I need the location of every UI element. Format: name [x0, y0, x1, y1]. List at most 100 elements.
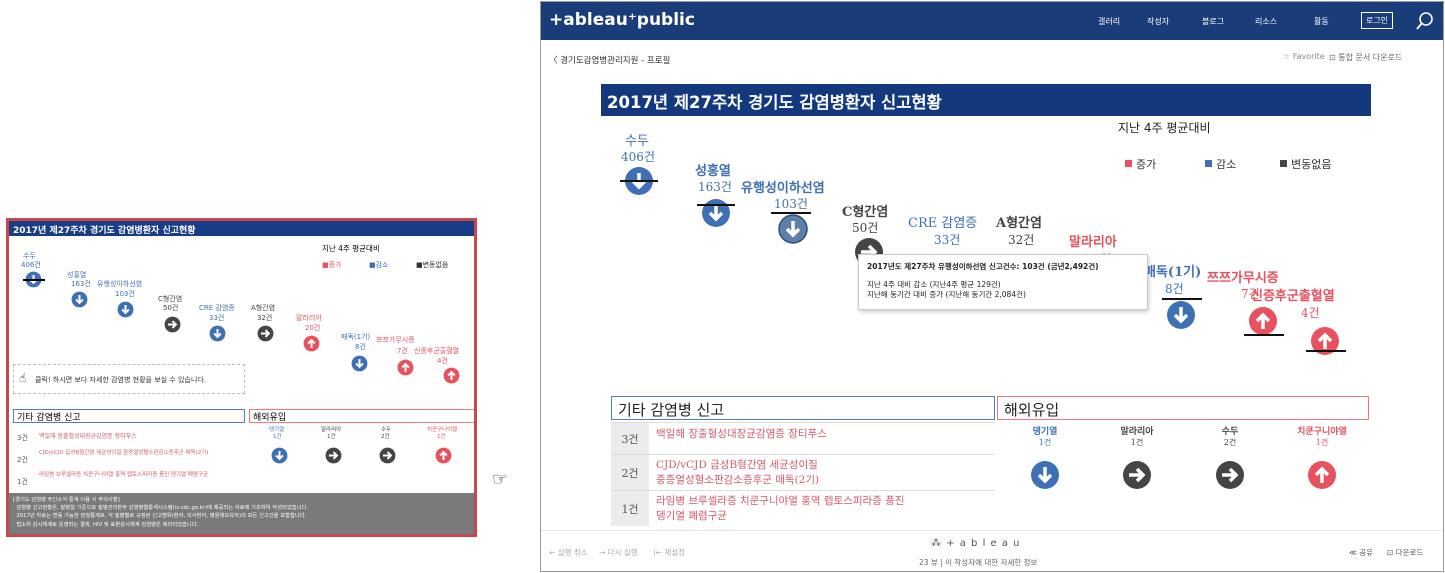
disease-name-mumps: 유행성이하선염 [741, 181, 825, 196]
pointing-hand-icon: ☞ [492, 469, 509, 490]
thumb-down-arrow-icon [271, 447, 288, 464]
tooltip-line: 지난 4주 대비 감소 (지난4주 평균 129건) [867, 280, 1001, 289]
thumb-up-arrow-icon [443, 367, 460, 384]
thumb-up-arrow-icon [435, 447, 452, 464]
other-disease-row[interactable]: 1건 라임병 브루셀라증 치쿤구니야열 홍역 렙토스피라증 풍진 뎅기열 폐렴구… [611, 490, 995, 526]
other-disease-names: CJD/vCJD 급성B형간염 세균성이질 [656, 459, 818, 471]
thumb-disease-name: A형간염 [251, 304, 276, 312]
undo-button[interactable]: ← 실행 취소 [549, 547, 588, 558]
redo-button[interactable]: → 다시 실행 [599, 547, 638, 558]
legend-swatch-decrease [1205, 160, 1212, 167]
thumb-disease-count: 50건 [163, 304, 179, 312]
reset-button[interactable]: |← 재설정 [653, 547, 685, 558]
view-count[interactable]: 23 뷰 | 이 작성자에 대한 자세한 정보 [919, 557, 1037, 568]
thumb-down-arrow-icon [209, 325, 226, 342]
legend-label: 증가 [1136, 158, 1157, 171]
thumb-other-count: 1건 [17, 478, 28, 486]
legend-swatch-increase [1125, 160, 1132, 167]
dashboard-title: 2017년 제27주차 경기도 감염병환자 신고현황 [601, 84, 1371, 116]
up-arrow-icon[interactable] [1248, 306, 1278, 336]
legend-swatch-nochange [1280, 160, 1287, 167]
dashboard-subtitle: 지난 4주 평균대비 [1118, 121, 1211, 135]
download-workbook-button[interactable]: ⊡ 통합 문서 다운로드 [1329, 52, 1402, 63]
back-to-profile-link[interactable]: 〈 경기도감염병관리지원 - 프로필 [549, 54, 670, 66]
legend-label: 감소 [1216, 158, 1237, 171]
dashboard: 2017년 제27주차 경기도 감염병환자 신고현황 지난 4주 평균대비 증가… [601, 84, 1371, 526]
thumb-abroad-count: 1건 [437, 434, 446, 440]
thumb-disease-name: CRE 감염증 [199, 304, 235, 312]
thumb-other-names: CJD/vCJD 급성B형간염 세균성이질 중증열성혈소판감소증후군 매독(2기… [39, 450, 209, 456]
thumb-disease-count: 33건 [209, 314, 225, 322]
baseline-marker [1244, 334, 1284, 336]
disease-count-chickenpox: 406건 [621, 150, 655, 164]
legend-nochange: 변동없음 [1280, 156, 1331, 172]
down-arrow-icon[interactable] [778, 214, 808, 244]
nav-gallery[interactable]: 갤러리 [1098, 16, 1120, 27]
thumb-abroad-count: 2건 [381, 434, 390, 440]
thumb-up-arrow-icon [397, 359, 414, 376]
up-arrow-icon [1307, 460, 1337, 490]
nav-activity[interactable]: 활동 [1314, 16, 1329, 27]
nav-blog[interactable]: 블로그 [1202, 16, 1224, 27]
imported-cases-panel: 해외유입 뎅기열 1건 말라리아 1건 수두 2건 치쿤구니야열 1건 [997, 396, 1369, 524]
thumb-disease-count: 163건 [71, 280, 91, 288]
tooltip-heading: 2017년도 제27주차 유행성이하선염 신고건수: 103건 (금년2,492… [867, 262, 1099, 271]
disease-name-malaria: 말라리아 [1069, 235, 1117, 250]
thumb-other-title: 기타 감염병 신고 [17, 413, 81, 423]
imported-chikungunya[interactable]: 치쿤구니야열 1건 [1282, 424, 1362, 490]
nav-resources[interactable]: 리소스 [1255, 16, 1277, 27]
down-arrow-icon[interactable] [1166, 300, 1196, 330]
footer-note: · 감염병 신고현황은, 발병일 기준으로 질병관리본부 감염병웹통계시스템(i… [13, 505, 309, 512]
disease-count-hepatitis-c: 50건 [852, 221, 879, 235]
baseline-marker [620, 180, 658, 182]
baseline-marker [1306, 350, 1346, 352]
footer-note: · 법소위 감시체계로 운영되는 결핵, HIV 및 표본감시체계 감염병은 제… [13, 521, 199, 528]
footer-note: [경기도 감염병 주간소식 통계 이용 시 주의사항] [13, 497, 120, 503]
imported-malaria[interactable]: 말라리아 1건 [1097, 424, 1177, 490]
imported-chickenpox[interactable]: 수두 2건 [1190, 424, 1270, 490]
other-disease-names: 뎅기열 폐렴구균 [656, 510, 727, 522]
nav-authors[interactable]: 작성자 [1147, 16, 1169, 27]
imported-count: 1건 [1130, 438, 1144, 447]
thumb-disease-count: 7건 [397, 347, 408, 355]
share-button[interactable]: ≪ 공유 [1349, 547, 1373, 558]
thumb-other-count: 3건 [17, 434, 28, 442]
imported-name: 뎅기열 [1032, 427, 1058, 437]
click-hint-text: 클릭! 하시면 보다 자세한 감염병 현황을 보실 수 있습니다. [35, 376, 206, 384]
tableau-footer-logo: ⁂ + a b l e a u [931, 538, 1021, 549]
thumb-abroad-count: 1건 [327, 434, 336, 440]
download-button[interactable]: ⊡ 다운로드 [1387, 547, 1423, 558]
baseline-marker [771, 212, 811, 214]
down-arrow-icon [1030, 460, 1060, 490]
other-disease-count: 1건 [611, 491, 649, 526]
other-diseases-panel: 기타 감염병 신고 3건 백일해 장출혈성대장균감염증 장티푸스 2건 CJD/… [611, 396, 995, 526]
search-icon[interactable] [1415, 11, 1435, 31]
baseline-marker [697, 204, 735, 206]
dashboard-thumbnail[interactable]: 2017년 제27주차 경기도 감염병환자 신고현황 지난 4주 평균대비 ■증… [6, 218, 477, 537]
thumbnail-legend-nochange: ■변동없음 [416, 261, 449, 269]
favorite-button[interactable]: ☆ Favorite [1283, 52, 1325, 61]
other-disease-names: 라임병 브루셀라증 치쿤구니야열 홍역 렙토스피라증 풍진 [656, 495, 905, 507]
thumb-underline [23, 279, 45, 281]
disease-name-chickenpox: 수두 [625, 134, 649, 149]
other-disease-row[interactable]: 3건 백일해 장출혈성대장균감염증 장티푸스 [611, 422, 995, 454]
thumb-disease-count: 8건 [355, 343, 366, 351]
other-disease-count: 2건 [611, 455, 649, 490]
thumb-right-arrow-icon [325, 447, 342, 464]
thumb-disease-count: 406건 [21, 261, 41, 269]
tooltip-line: 지난해 동기간 대비 증가 (지난해 동기간 2,084건) [867, 290, 1026, 299]
disease-count-syphilis-1: 8건 [1165, 282, 1184, 296]
thumb-right-arrow-icon [164, 316, 181, 333]
tableau-public-logo[interactable]: +ableau⁺public [549, 10, 695, 30]
thumb-other-names: 백일해 장출혈성대장균감염증 장티푸스 [39, 433, 137, 440]
thumb-disease-count: 20건 [305, 324, 321, 332]
disease-name-tsutsugamushi: 쯔쯔가무시증 [1207, 271, 1279, 286]
login-button[interactable]: 로그인 [1361, 12, 1393, 29]
other-disease-names: 중증열성혈소판감소증후군 매독(2기) [656, 474, 820, 486]
imported-dengue[interactable]: 뎅기열 1건 [1005, 424, 1085, 490]
imported-count: 1건 [1315, 438, 1329, 447]
down-arrow-icon[interactable] [701, 198, 731, 228]
thumbnail-legend-decrease: ■감소 [369, 261, 389, 269]
imported-cases-title: 해외유입 [997, 396, 1369, 420]
other-disease-row[interactable]: 2건 CJD/vCJD 급성B형간염 세균성이질 중증열성혈소판감소증후군 매독… [611, 454, 995, 490]
